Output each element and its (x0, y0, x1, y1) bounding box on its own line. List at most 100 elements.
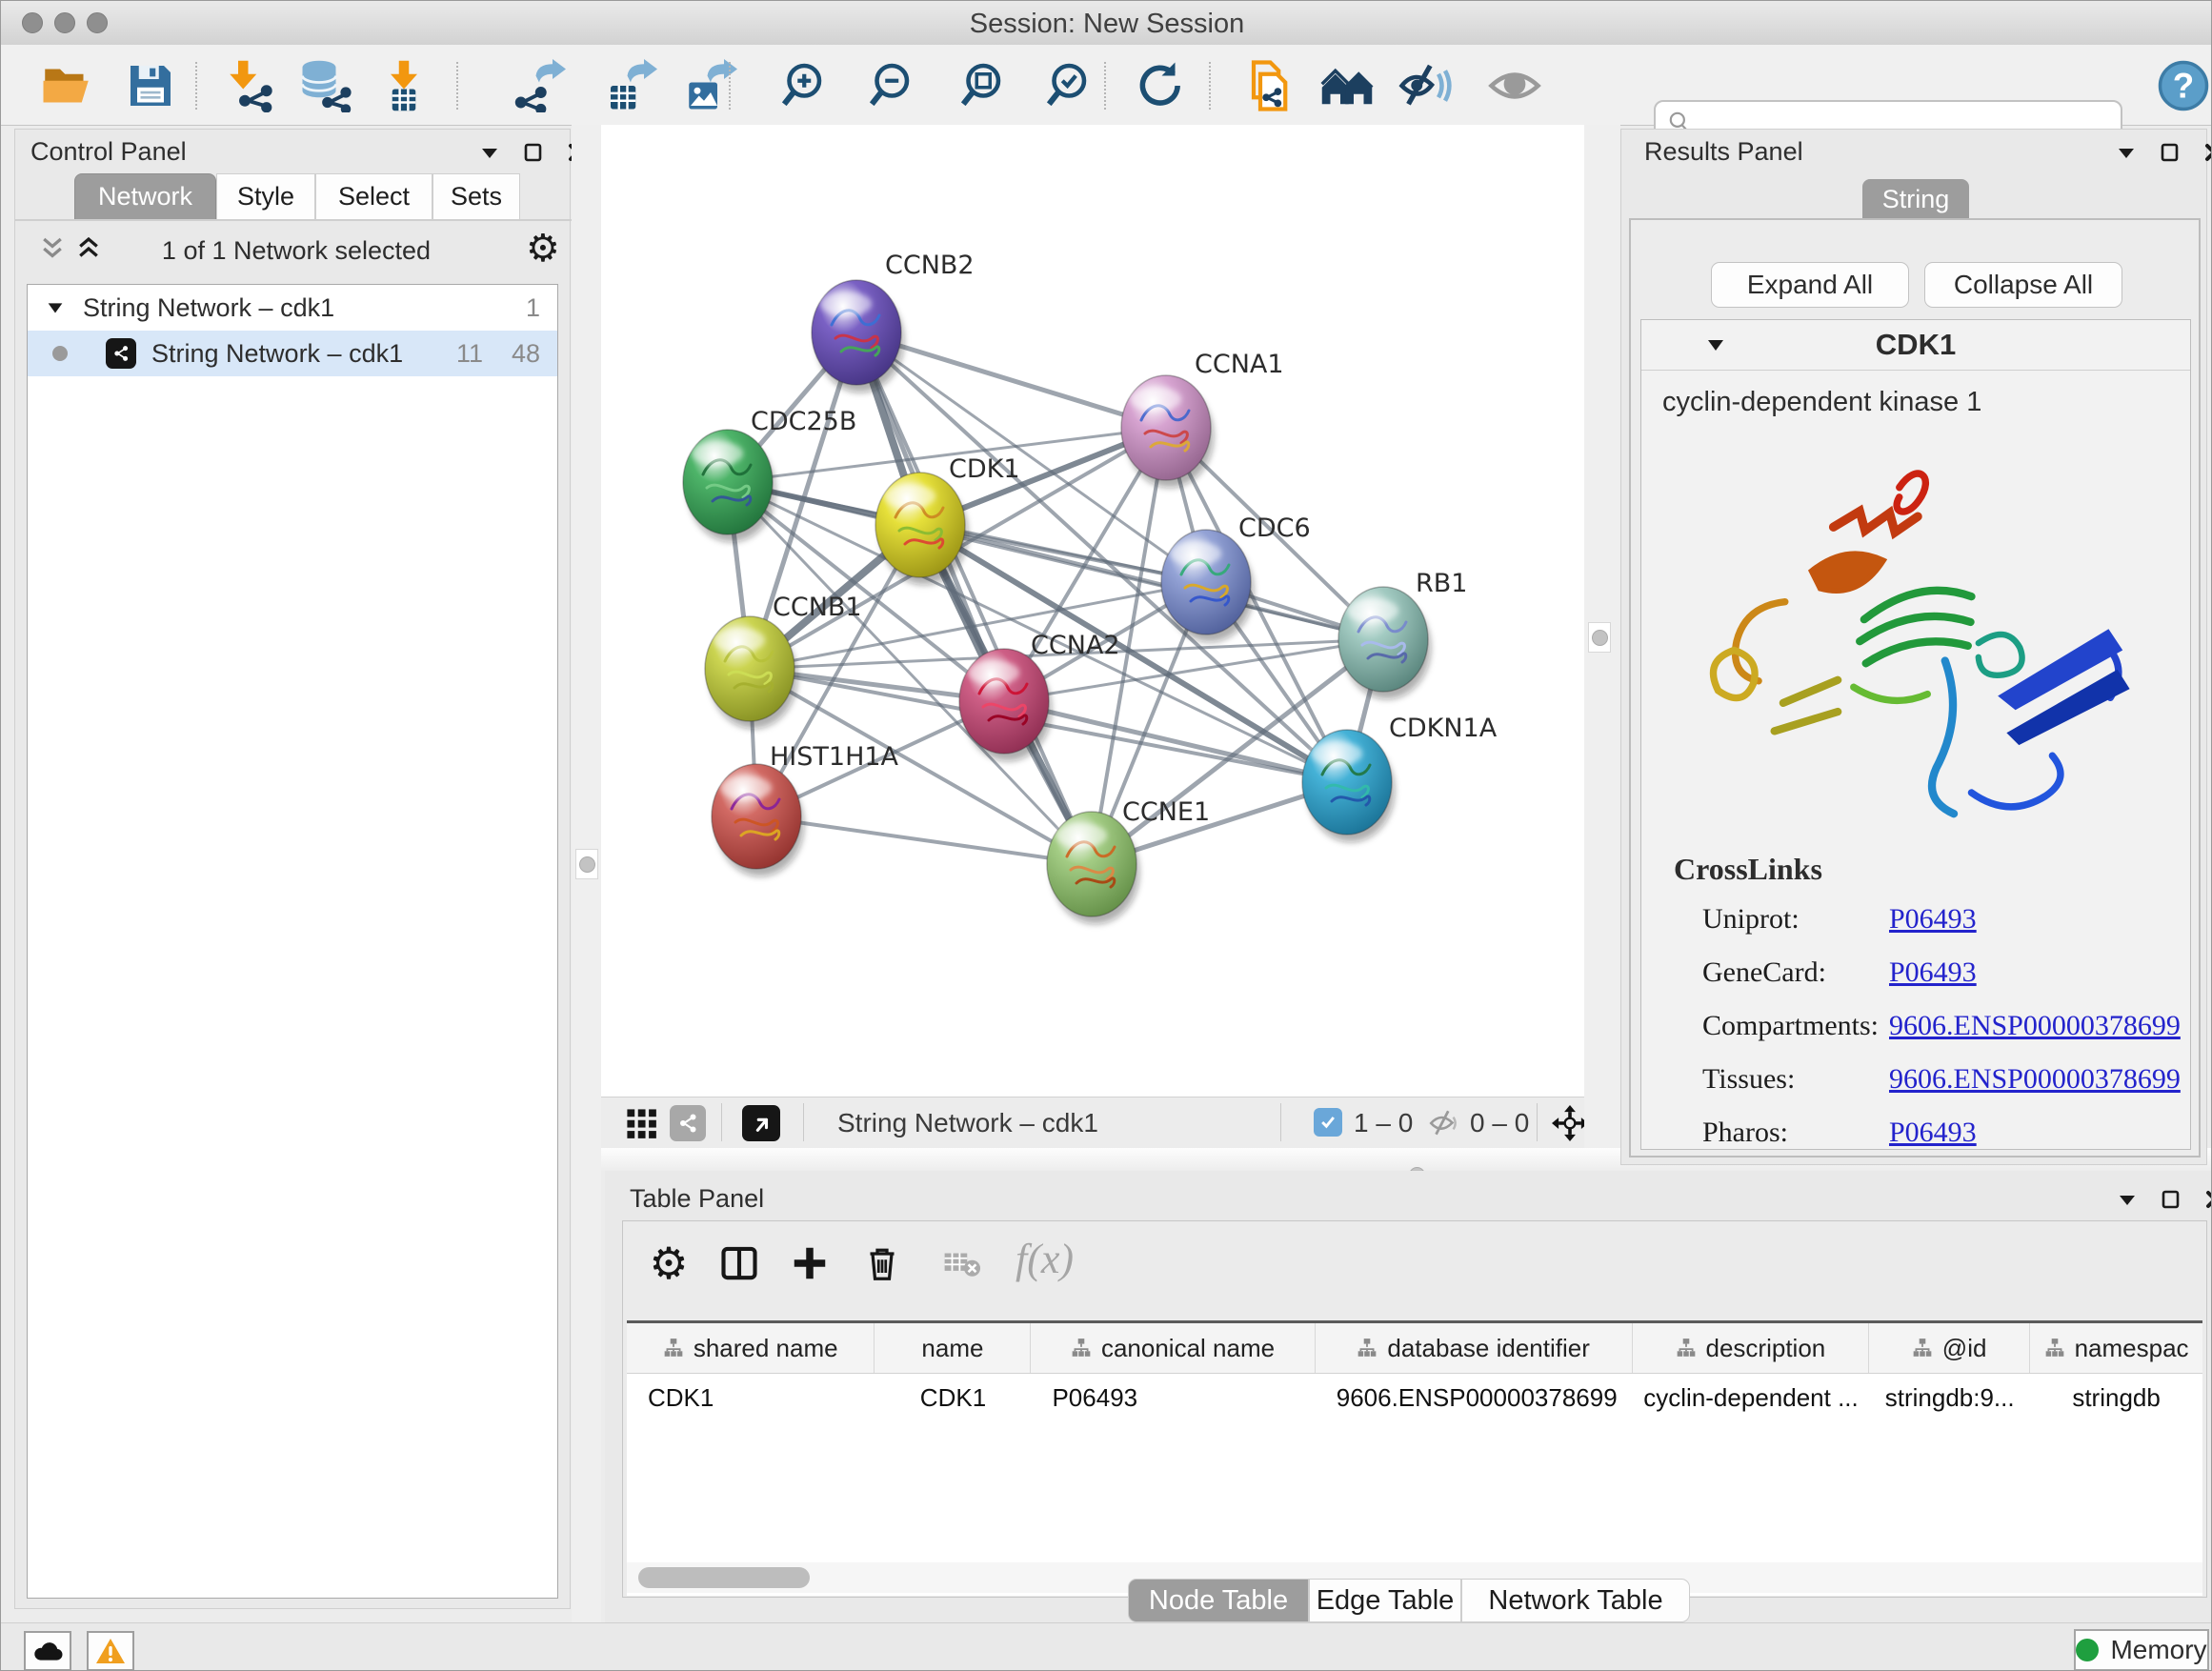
zoom-in-button[interactable] (778, 58, 834, 113)
hierarchy-icon (663, 1338, 684, 1359)
panel-float-icon[interactable] (2116, 1188, 2139, 1211)
import-table-button[interactable] (376, 58, 432, 113)
tab-network-table[interactable]: Network Table (1461, 1579, 1690, 1622)
pan-crosshair-icon[interactable] (1552, 1105, 1588, 1141)
zoom-fit-button[interactable] (957, 58, 1013, 113)
column-header[interactable]: description (1633, 1323, 1870, 1373)
expand-all-button[interactable]: Expand All (1711, 262, 1909, 308)
zoom-selected-button[interactable] (1043, 58, 1098, 113)
expand-all-chevron-icon[interactable] (74, 234, 103, 263)
network-node-CCNB2[interactable]: CCNB2 (812, 251, 975, 393)
network-node-CDK1[interactable]: CDK1 (875, 454, 1020, 585)
control-panel-title: Control Panel (30, 137, 187, 167)
tab-node-table[interactable]: Node Table (1128, 1579, 1309, 1622)
hide-selected-button[interactable] (1398, 58, 1453, 113)
string-view-badge[interactable] (670, 1105, 706, 1141)
results-panel-title: Results Panel (1644, 137, 1803, 167)
export-table-button[interactable] (603, 58, 658, 113)
left-splitter-handle[interactable] (575, 849, 598, 879)
tree-expand-icon[interactable] (45, 297, 66, 318)
open-session-button[interactable] (39, 58, 94, 113)
import-network-file-button[interactable] (224, 58, 279, 113)
tab-network[interactable]: Network (74, 173, 216, 219)
tab-select[interactable]: Select (315, 173, 432, 219)
section-collapse-icon[interactable] (1704, 333, 1727, 356)
memory-button[interactable]: Memory (2074, 1629, 2209, 1671)
warnings-button[interactable] (87, 1631, 134, 1671)
warning-icon (95, 1638, 126, 1664)
toolbar-separator (1209, 62, 1211, 110)
help-button[interactable]: ? (2156, 58, 2211, 113)
column-header[interactable]: database identifier (1316, 1323, 1633, 1373)
network-collection-row[interactable]: String Network – cdk1 1 (28, 285, 557, 331)
table-row[interactable]: CDK1 CDK1 P06493 9606.ENSP00000378699 cy… (627, 1374, 2202, 1421)
table-panel: Table Panel ⚙ f(x) shared name (605, 1171, 2212, 1622)
column-header[interactable]: name (875, 1323, 1031, 1373)
tab-string[interactable]: String (1862, 179, 1969, 219)
panel-float-icon[interactable] (478, 141, 501, 164)
compartments-link[interactable]: 9606.ENSP00000378699 (1889, 1010, 2181, 1042)
selected-checkbox[interactable] (1314, 1108, 1342, 1137)
panel-close-icon[interactable] (2202, 141, 2212, 164)
network-view-toolbar: String Network – cdk1 1 – 0 0 – 0 (601, 1097, 1584, 1149)
genecard-link[interactable]: P06493 (1889, 956, 1977, 989)
show-all-button[interactable] (1487, 58, 1542, 113)
first-neighbors-button[interactable] (1319, 58, 1375, 113)
save-session-button[interactable] (123, 58, 178, 113)
uniprot-link[interactable]: P06493 (1889, 903, 1977, 936)
table-gear-icon[interactable]: ⚙ (644, 1238, 694, 1288)
network-canvas[interactable]: CCNB2CCNA1CDC25BCDK1CDC6RB1CCNB1CCNA2CDK… (601, 125, 1584, 1097)
column-header[interactable]: namespac (2030, 1323, 2202, 1373)
collapse-all-chevron-icon[interactable] (38, 234, 67, 263)
delete-column-button[interactable] (857, 1238, 907, 1288)
network-node-CDC6[interactable]: CDC6 (1161, 513, 1311, 642)
panel-maximize-icon[interactable] (522, 141, 545, 164)
node-label: HIST1H1A (770, 742, 899, 772)
show-columns-button[interactable] (714, 1238, 764, 1288)
database-icon (299, 59, 352, 112)
network-node-CCNB1[interactable]: CCNB1 (705, 593, 862, 729)
network-node-CDC25B[interactable]: CDC25B (683, 407, 856, 542)
collapse-all-button[interactable]: Collapse All (1924, 262, 2122, 308)
panel-maximize-icon[interactable] (2159, 141, 2182, 164)
window-title: Session: New Session (1, 9, 2212, 40)
tab-style[interactable]: Style (216, 173, 315, 219)
node-label: CDC6 (1238, 513, 1311, 543)
panel-maximize-icon[interactable] (2160, 1188, 2182, 1211)
toolbar-separator (1104, 62, 1106, 110)
tissues-link[interactable]: 9606.ENSP00000378699 (1889, 1063, 2181, 1096)
refresh-button[interactable] (1131, 58, 1186, 113)
network-node-CCNA1[interactable]: CCNA1 (1121, 350, 1284, 488)
column-header[interactable]: shared name (627, 1323, 875, 1373)
tab-edge-table[interactable]: Edge Table (1309, 1579, 1461, 1622)
network-options-gear-icon[interactable]: ⚙ (526, 227, 560, 271)
network-node-RB1[interactable]: RB1 (1338, 569, 1467, 699)
zoom-out-button[interactable] (866, 58, 921, 113)
open-in-window-badge[interactable] (742, 1105, 780, 1141)
cloud-button[interactable] (24, 1631, 71, 1671)
crosslink-label: Uniprot: (1702, 903, 1800, 936)
import-network-database-button[interactable] (298, 58, 353, 113)
network-row[interactable]: String Network – cdk1 11 48 (28, 331, 557, 376)
right-splitter-handle[interactable] (1588, 622, 1611, 653)
clone-network-button[interactable] (1239, 58, 1295, 113)
network-node-CDKN1A[interactable]: CDKN1A (1302, 714, 1498, 842)
tab-sets[interactable]: Sets (432, 173, 520, 219)
table-header-row: shared name name canonical name database… (627, 1323, 2202, 1374)
cell-database-identifier: 9606.ENSP00000378699 (1316, 1374, 1633, 1421)
panel-float-icon[interactable] (2115, 141, 2138, 164)
column-header[interactable]: @id (1869, 1323, 2030, 1373)
add-column-button[interactable] (785, 1238, 835, 1288)
eye-icon (1488, 59, 1541, 112)
network-node-CCNE1[interactable]: CCNE1 (1047, 797, 1210, 924)
share-network-icon (111, 344, 131, 363)
panel-close-icon[interactable] (2203, 1188, 2212, 1211)
network-node-HIST1H1A[interactable]: HIST1H1A (712, 742, 899, 876)
scrollbar-thumb[interactable] (638, 1567, 810, 1588)
export-network-button[interactable] (512, 58, 567, 113)
birds-eye-grid-icon[interactable] (626, 1108, 658, 1140)
pharos-link[interactable]: P06493 (1889, 1117, 1977, 1149)
column-header[interactable]: canonical name (1031, 1323, 1315, 1373)
open-folder-icon (40, 59, 93, 112)
protein-section-header[interactable]: CDK1 (1641, 320, 2190, 371)
